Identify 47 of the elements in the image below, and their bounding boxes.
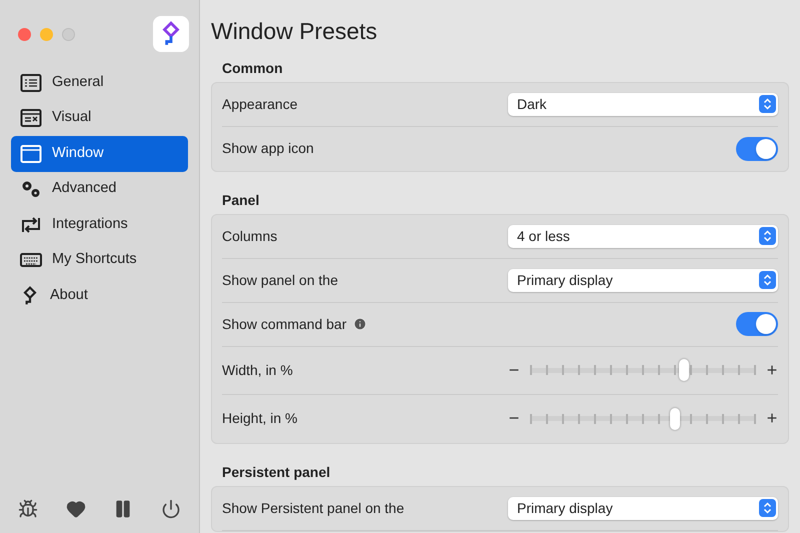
- slider-thumb[interactable]: [678, 359, 689, 381]
- setting-label: Appearance: [222, 94, 298, 114]
- dropdown[interactable]: 4 or less: [508, 224, 778, 248]
- minus-sign[interactable]: −: [508, 356, 520, 384]
- sidebar-item[interactable]: About: [11, 278, 188, 314]
- power-icon[interactable]: [160, 499, 181, 519]
- stepper-icon: [759, 95, 776, 113]
- section-heading: Persistent panel: [221, 462, 332, 482]
- sidebar-item[interactable]: General: [11, 65, 188, 100]
- minus-sign[interactable]: −: [508, 405, 520, 432]
- sidebar-item[interactable]: My Shortcuts: [11, 242, 188, 278]
- setting-label: Show app icon: [222, 139, 314, 158]
- setting-label: Columns: [222, 226, 278, 246]
- slider-track[interactable]: [530, 410, 756, 428]
- stepper-icon: [759, 271, 776, 289]
- dropdown[interactable]: Primary display: [508, 268, 778, 292]
- window-title: Window Presets: [211, 17, 378, 46]
- setting-label: Show Persistent panel on the: [222, 498, 404, 518]
- window-grid-icon: [20, 108, 42, 128]
- toggle-switch[interactable]: [736, 136, 778, 160]
- stepper-icon: [759, 499, 776, 517]
- sidebar-item[interactable]: Advanced: [11, 172, 188, 207]
- sync-arrows-icon: [20, 214, 42, 235]
- sidebar-item[interactable]: Visual: [11, 100, 188, 136]
- dropdown[interactable]: Primary display: [508, 496, 778, 520]
- plus-sign[interactable]: +: [766, 405, 778, 432]
- sidebar-item[interactable]: Integrations: [11, 207, 188, 242]
- toggle-switch[interactable]: [736, 312, 778, 336]
- close-button[interactable]: [18, 28, 31, 40]
- setting-label: Width, in %: [222, 360, 293, 380]
- setting-label: Show panel on the: [222, 270, 338, 290]
- stepper-icon: [759, 227, 776, 245]
- info-icon[interactable]: [352, 317, 367, 331]
- sidebar-item[interactable]: Window: [11, 136, 188, 172]
- setting-label: Height, in %: [222, 409, 298, 428]
- dropdown[interactable]: Dark: [508, 92, 778, 116]
- heart-icon[interactable]: [66, 499, 86, 519]
- section-heading: Common: [221, 58, 284, 78]
- plus-sign[interactable]: +: [766, 356, 778, 384]
- slider-thumb[interactable]: [670, 408, 680, 430]
- setting-label: Show command bar: [222, 314, 347, 334]
- window-icon: [20, 144, 42, 164]
- list-icon: [20, 72, 42, 93]
- gears-icon: [20, 179, 42, 200]
- bug-icon[interactable]: [18, 499, 38, 519]
- slider-track[interactable]: [530, 361, 756, 379]
- section-heading: Panel: [221, 190, 260, 210]
